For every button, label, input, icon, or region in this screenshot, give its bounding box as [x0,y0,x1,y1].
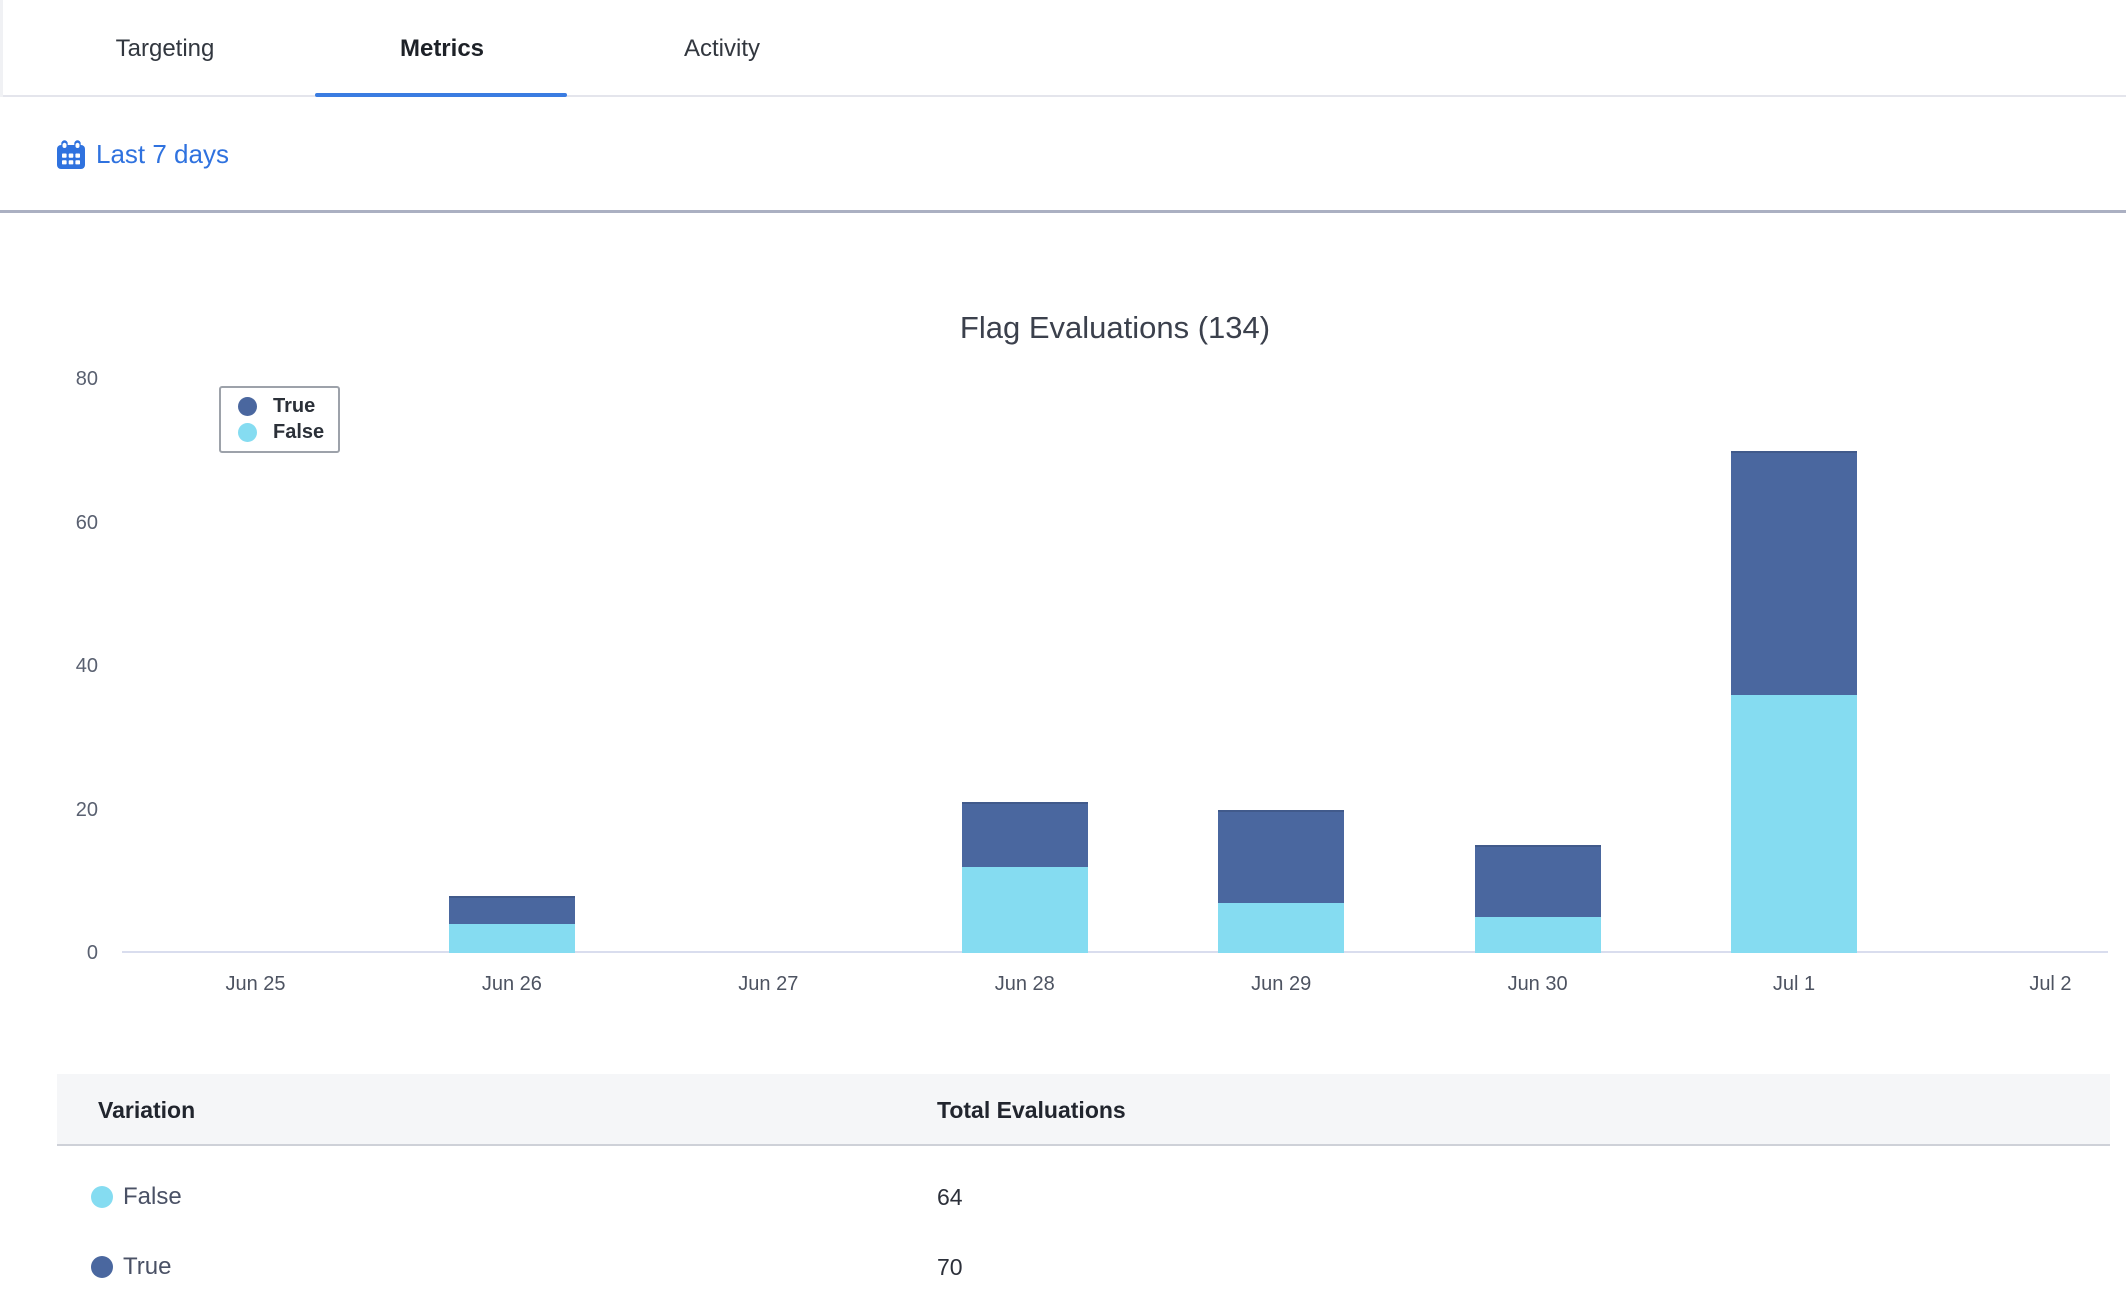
y-axis-tick-label: 20 [28,799,98,821]
x-axis-tick-label: Jun 26 [437,972,587,996]
bar-segment-false-jun-30 [1475,917,1601,953]
bar-segment-false-jul-1 [1731,695,1857,953]
y-axis-tick-label: 40 [28,655,98,677]
y-axis-tick-label: 0 [28,942,98,964]
x-axis-tick-label: Jul 2 [1975,972,2125,996]
column-header-variation: Variation [98,1074,195,1146]
x-axis-tick-label: Jun 27 [693,972,843,996]
bar-segment-false-jun-29 [1218,903,1344,953]
bar-segment-false-jun-28 [962,867,1088,953]
x-axis-tick-label: Jun 25 [181,972,331,996]
bar-segment-true-jun-30 [1475,845,1601,917]
table-row-true: True 70 [57,1232,2110,1302]
x-axis-tick-label: Jun 29 [1206,972,1356,996]
bar-segment-false-jun-26 [449,924,575,953]
total-evaluations-value: 64 [937,1162,963,1232]
bar-segment-true-jun-26 [449,896,575,925]
table-row-false: False 64 [57,1162,2110,1232]
y-axis-tick-label: 80 [28,368,98,390]
x-axis-tick-label: Jul 1 [1719,972,1869,996]
bar-segment-true-jun-29 [1218,810,1344,903]
bar-segment-true-jun-28 [962,802,1088,867]
y-axis-tick-label: 60 [28,512,98,534]
table-header-row: Variation Total Evaluations [57,1074,2110,1146]
x-axis-tick-label: Jun 30 [1463,972,1613,996]
column-header-total-evaluations: Total Evaluations [937,1074,1126,1146]
variation-name: True [123,1232,171,1302]
variation-name: False [123,1162,182,1232]
false-variation-dot [91,1186,113,1208]
evaluations-table: Variation Total Evaluations False 64 Tru… [57,1074,2110,1302]
x-axis-tick-label: Jun 28 [950,972,1100,996]
total-evaluations-value: 70 [937,1232,963,1302]
bar-segment-true-jul-1 [1731,451,1857,695]
true-variation-dot [91,1256,113,1278]
